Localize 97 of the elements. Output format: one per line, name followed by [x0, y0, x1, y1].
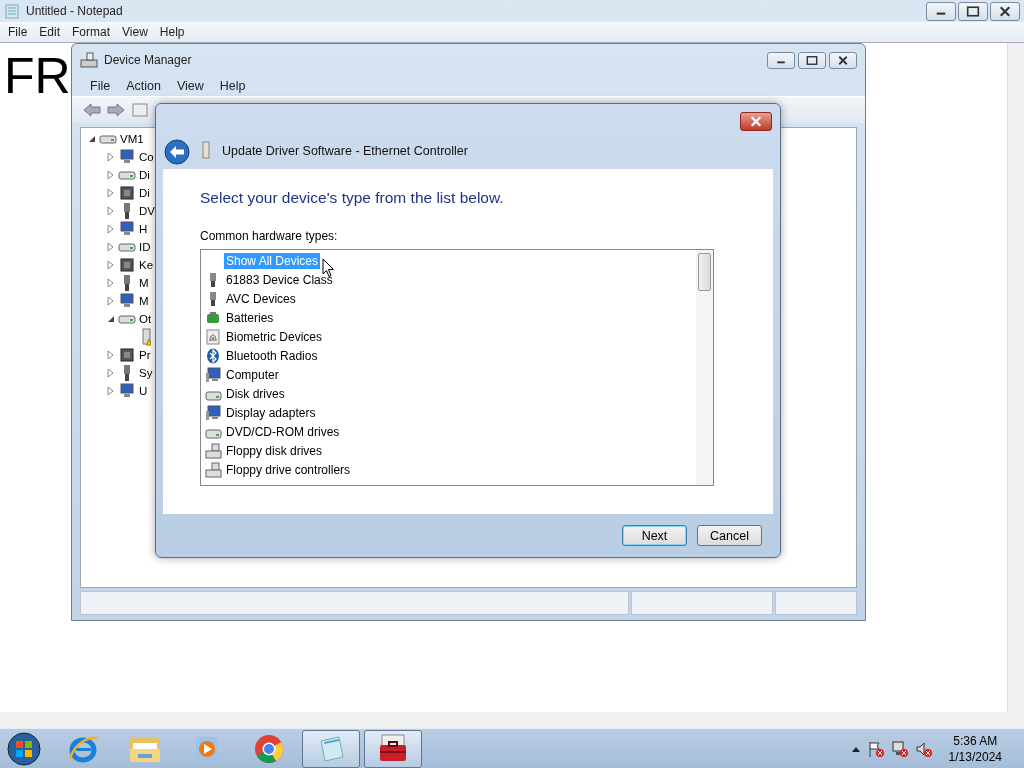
clock-date[interactable]: 1/13/2024	[948, 749, 1002, 765]
drive-icon	[205, 461, 222, 478]
menu-item[interactable]: Format	[66, 25, 117, 39]
expand-arrow-icon[interactable]	[107, 279, 115, 287]
device-icon	[118, 382, 136, 400]
collapse-arrow-icon[interactable]	[88, 135, 96, 143]
vertical-scrollbar[interactable]	[696, 250, 713, 485]
start-button[interactable]	[4, 731, 44, 767]
menu-item[interactable]: View	[168, 79, 212, 93]
properties-icon[interactable]	[130, 102, 150, 118]
menu-item[interactable]: Help	[211, 79, 254, 93]
expand-arrow-icon[interactable]	[107, 207, 115, 215]
expand-arrow-icon[interactable]	[107, 297, 115, 305]
tree-item[interactable]: Di	[139, 187, 150, 199]
back-arrow-icon[interactable]	[82, 102, 102, 118]
list-item[interactable]: 61883 Device Class	[224, 271, 335, 288]
close-button[interactable]	[740, 112, 772, 131]
expand-arrow-icon[interactable]	[107, 261, 115, 269]
expand-arrow-icon[interactable]	[107, 369, 115, 377]
document-text: FR	[4, 48, 71, 104]
maximize-button[interactable]	[798, 51, 826, 69]
device-icon	[118, 148, 136, 166]
fingerprint-icon	[205, 328, 222, 345]
warning-device-icon[interactable]	[140, 328, 151, 346]
speaker-icon[interactable]	[914, 740, 933, 758]
menu-item[interactable]: View	[116, 25, 154, 39]
list-item[interactable]: DVD/CD-ROM drives	[224, 423, 342, 440]
monitor-icon	[205, 404, 222, 421]
taskbar-button[interactable]	[364, 730, 422, 768]
show-hidden-icons-icon[interactable]	[850, 745, 861, 753]
menu-item[interactable]: File	[2, 25, 34, 39]
tree-item[interactable]: U	[139, 385, 148, 397]
menu-item[interactable]: Action	[118, 79, 169, 93]
expand-arrow-icon[interactable]	[107, 189, 115, 197]
back-button[interactable]	[164, 139, 190, 165]
tree-item[interactable]: Pr	[139, 349, 151, 361]
device-icon	[118, 292, 136, 310]
tree-item[interactable]: M	[139, 277, 149, 289]
close-button[interactable]	[990, 1, 1020, 21]
vertical-scrollbar[interactable]	[1007, 43, 1024, 712]
expand-arrow-icon[interactable]	[107, 153, 115, 161]
window-title: Device Manager	[104, 53, 192, 67]
drive-icon	[205, 442, 222, 459]
device-icon	[118, 256, 136, 274]
tree-item[interactable]: M	[139, 295, 149, 307]
expand-arrow-icon[interactable]	[107, 225, 115, 233]
browser-icon	[253, 733, 285, 765]
horizontal-scrollbar[interactable]	[0, 712, 1024, 728]
notepad-icon	[4, 3, 20, 19]
device-manager-icon	[80, 52, 98, 68]
flag-icon[interactable]	[866, 740, 885, 758]
cancel-button[interactable]: Cancel	[697, 525, 762, 546]
close-button[interactable]	[829, 51, 857, 69]
instruction-heading: Select your device's type from the list below.	[200, 189, 505, 207]
collapse-arrow-icon[interactable]	[107, 315, 115, 323]
list-item[interactable]: Disk drives	[224, 385, 287, 402]
window-title: Untitled - Notepad	[26, 4, 123, 18]
bluetooth-icon	[205, 347, 222, 364]
list-item[interactable]: Bluetooth Radios	[224, 347, 320, 364]
tree-item[interactable]: Ke	[139, 259, 154, 271]
expand-arrow-icon[interactable]	[107, 243, 115, 251]
list-item[interactable]: Floppy drive controllers	[224, 461, 353, 478]
tree-item[interactable]: Sy	[139, 367, 153, 379]
list-item[interactable]: Display adapters	[224, 404, 318, 421]
forward-arrow-icon[interactable]	[106, 102, 126, 118]
network-icon[interactable]	[890, 740, 909, 758]
clock-time[interactable]: 5:36 AM	[953, 733, 998, 749]
next-button[interactable]: Next	[622, 525, 687, 546]
tree-item[interactable]: Co	[139, 151, 154, 163]
expand-arrow-icon[interactable]	[107, 351, 115, 359]
device-icon	[118, 220, 136, 238]
list-item[interactable]: Biometric Devices	[224, 328, 325, 345]
list-item[interactable]: Computer	[224, 366, 281, 383]
list-item[interactable]: AVC Devices	[224, 290, 298, 307]
maximize-button[interactable]	[958, 1, 988, 21]
tree-item[interactable]: DV	[139, 205, 155, 217]
dialog-title: Update Driver Software - Ethernet Controller	[222, 144, 468, 160]
tree-item[interactable]: H	[139, 223, 148, 235]
monitor-icon	[205, 366, 222, 383]
list-label: Common hardware types:	[200, 229, 338, 243]
list-item[interactable]: Floppy disk drives	[224, 442, 325, 459]
list-item[interactable]: Batteries	[224, 309, 276, 326]
battery-icon	[205, 309, 222, 326]
tree-item[interactable]: Di	[139, 169, 150, 181]
minimize-button[interactable]	[767, 51, 795, 69]
tree-item[interactable]: ID	[139, 241, 151, 253]
tree-item[interactable]: VM1	[120, 133, 144, 145]
network-adapter-icon	[200, 141, 212, 159]
menu-item[interactable]: Help	[153, 25, 191, 39]
menu-item[interactable]: Edit	[33, 25, 67, 39]
minimize-button[interactable]	[926, 1, 956, 21]
menu-item[interactable]: File	[82, 79, 119, 93]
tree-item[interactable]: Ot	[139, 313, 152, 325]
expand-arrow-icon[interactable]	[107, 387, 115, 395]
expand-arrow-icon[interactable]	[107, 171, 115, 179]
device-icon	[118, 184, 136, 202]
device-icon	[118, 346, 136, 364]
